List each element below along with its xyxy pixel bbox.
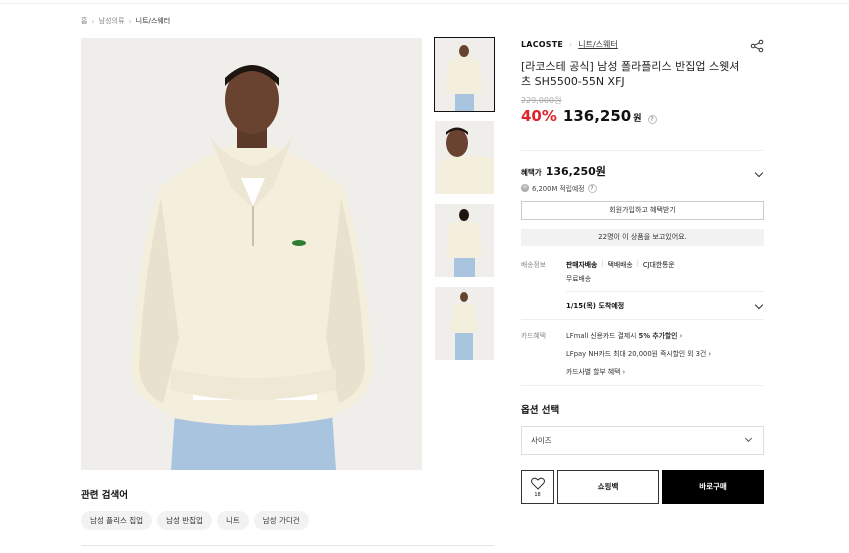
points-row: Ⓜ 6,200M 적립예정 ? [521, 183, 764, 193]
main-product-image[interactable] [81, 38, 422, 470]
sale-price: 136,250 [562, 107, 632, 125]
shipping-label: 배송정보 [521, 261, 547, 269]
shipping-methods: 판매자배송 | 택배배송 | CJ대한통운 [566, 259, 675, 269]
thumbnail-1[interactable] [434, 37, 495, 112]
chevron-right-icon: › [622, 368, 626, 376]
product-title: [라코스테 공식] 남성 폴라플리스 반집업 스웻셔츠 SH5500-55N X… [521, 60, 740, 88]
like-count: 18 [534, 492, 541, 498]
benefit-label: 혜택가 [521, 168, 542, 177]
discount-rate: 40% [521, 107, 557, 125]
question-icon[interactable]: ? [647, 115, 657, 124]
purchase-actions: 18 쇼핑백 바로구매 [521, 470, 764, 504]
card-benefit-list: LFmall 신용카드 결제시 5% 추가할인 › LFpay NH카드 최대 … [566, 330, 711, 384]
shipping-type: 택배배송 [607, 261, 633, 269]
card-benefit-1[interactable]: LFmall 신용카드 결제시 5% 추가할인 › [566, 330, 711, 348]
chevron-down-icon[interactable] [754, 300, 764, 310]
card-label: 카드혜택 [521, 332, 547, 340]
arrival-date: 1/15(목) 도착예정 [566, 302, 625, 310]
separator: | [601, 259, 604, 267]
related-tag[interactable]: 니트 [216, 511, 249, 530]
shipping-method: 판매자배송 [566, 261, 598, 269]
thumbnail-3[interactable] [435, 204, 494, 277]
viewing-notice: 22명이 이 상품을 보고있어요. [521, 229, 764, 246]
thumbnail-4[interactable] [435, 287, 494, 360]
chevron-right-icon: › [679, 332, 683, 340]
benefit-price: 136,250원 [545, 165, 606, 178]
divider [521, 319, 764, 320]
share-icon[interactable] [750, 38, 764, 53]
size-select[interactable]: 사이즈 [521, 426, 764, 455]
original-price: 229,000원 [521, 96, 562, 105]
product-info-panel: LACOSTE › 니트/스웨터 [라코스테 공식] 남성 폴라플리스 반집업 … [521, 38, 764, 504]
buy-now-button[interactable]: 바로구매 [662, 470, 764, 504]
category-link[interactable]: 니트/스웨터 [578, 39, 618, 50]
points-text: 6,200M 적립예정 [532, 185, 585, 193]
chevron-right-icon: › [128, 16, 132, 26]
points-icon: Ⓜ [521, 184, 529, 192]
related-tag[interactable]: 남성 반집업 [157, 511, 212, 530]
divider [521, 385, 764, 386]
divider [81, 545, 494, 546]
join-benefit-button[interactable]: 회원가입하고 혜택받기 [521, 201, 764, 220]
size-select-label: 사이즈 [531, 436, 552, 445]
question-icon[interactable]: ? [587, 183, 597, 193]
chevron-right-icon: › [569, 39, 573, 49]
chevron-right-icon: › [91, 16, 95, 26]
breadcrumb-knit[interactable]: 니트/스웨터 [136, 16, 171, 26]
separator: | [636, 259, 639, 267]
related-search-title: 관련 검색어 [81, 490, 129, 501]
option-title: 옵션 선택 [521, 405, 560, 416]
related-tag[interactable]: 남성 가디건 [253, 511, 309, 530]
breadcrumb-mens[interactable]: 남성의류 [99, 16, 125, 26]
like-button[interactable]: 18 [521, 470, 554, 504]
brand-row: LACOSTE › 니트/스웨터 [521, 38, 764, 50]
shipping-fee: 무료배송 [566, 275, 592, 283]
benefit-price-row: 혜택가 136,250원 [521, 163, 764, 179]
breadcrumb: 홈 › 남성의류 › 니트/스웨터 [81, 16, 170, 26]
related-tag[interactable]: 남성 플리스 집업 [81, 511, 153, 530]
related-tags: 남성 플리스 집업 남성 반집업 니트 남성 가디건 [81, 511, 309, 530]
benefit-section: 혜택가 136,250원 Ⓜ 6,200M 적립예정 ? 회원가입하고 혜택받기 [521, 150, 764, 231]
chevron-right-icon: › [708, 350, 712, 358]
brand-link[interactable]: LACOSTE [521, 40, 563, 49]
divider [521, 150, 764, 151]
price-row: 40% 136,250 원 ? [521, 107, 764, 125]
currency-unit: 원 [633, 114, 642, 124]
card-benefit-3[interactable]: 카드사별 할부 혜택 › [566, 366, 711, 384]
divider [566, 291, 764, 292]
card-benefit-2[interactable]: LFpay NH카드 최대 20,000원 즉시할인 외 3건 › [566, 348, 711, 366]
shopping-bag-button[interactable]: 쇼핑백 [557, 470, 659, 504]
heart-icon [531, 477, 545, 490]
breadcrumb-home[interactable]: 홈 [81, 16, 87, 26]
chevron-down-icon [744, 434, 753, 443]
header-divider [0, 0, 849, 4]
shipping-carrier: CJ대한통운 [642, 261, 675, 269]
thumbnail-2[interactable] [435, 121, 494, 194]
